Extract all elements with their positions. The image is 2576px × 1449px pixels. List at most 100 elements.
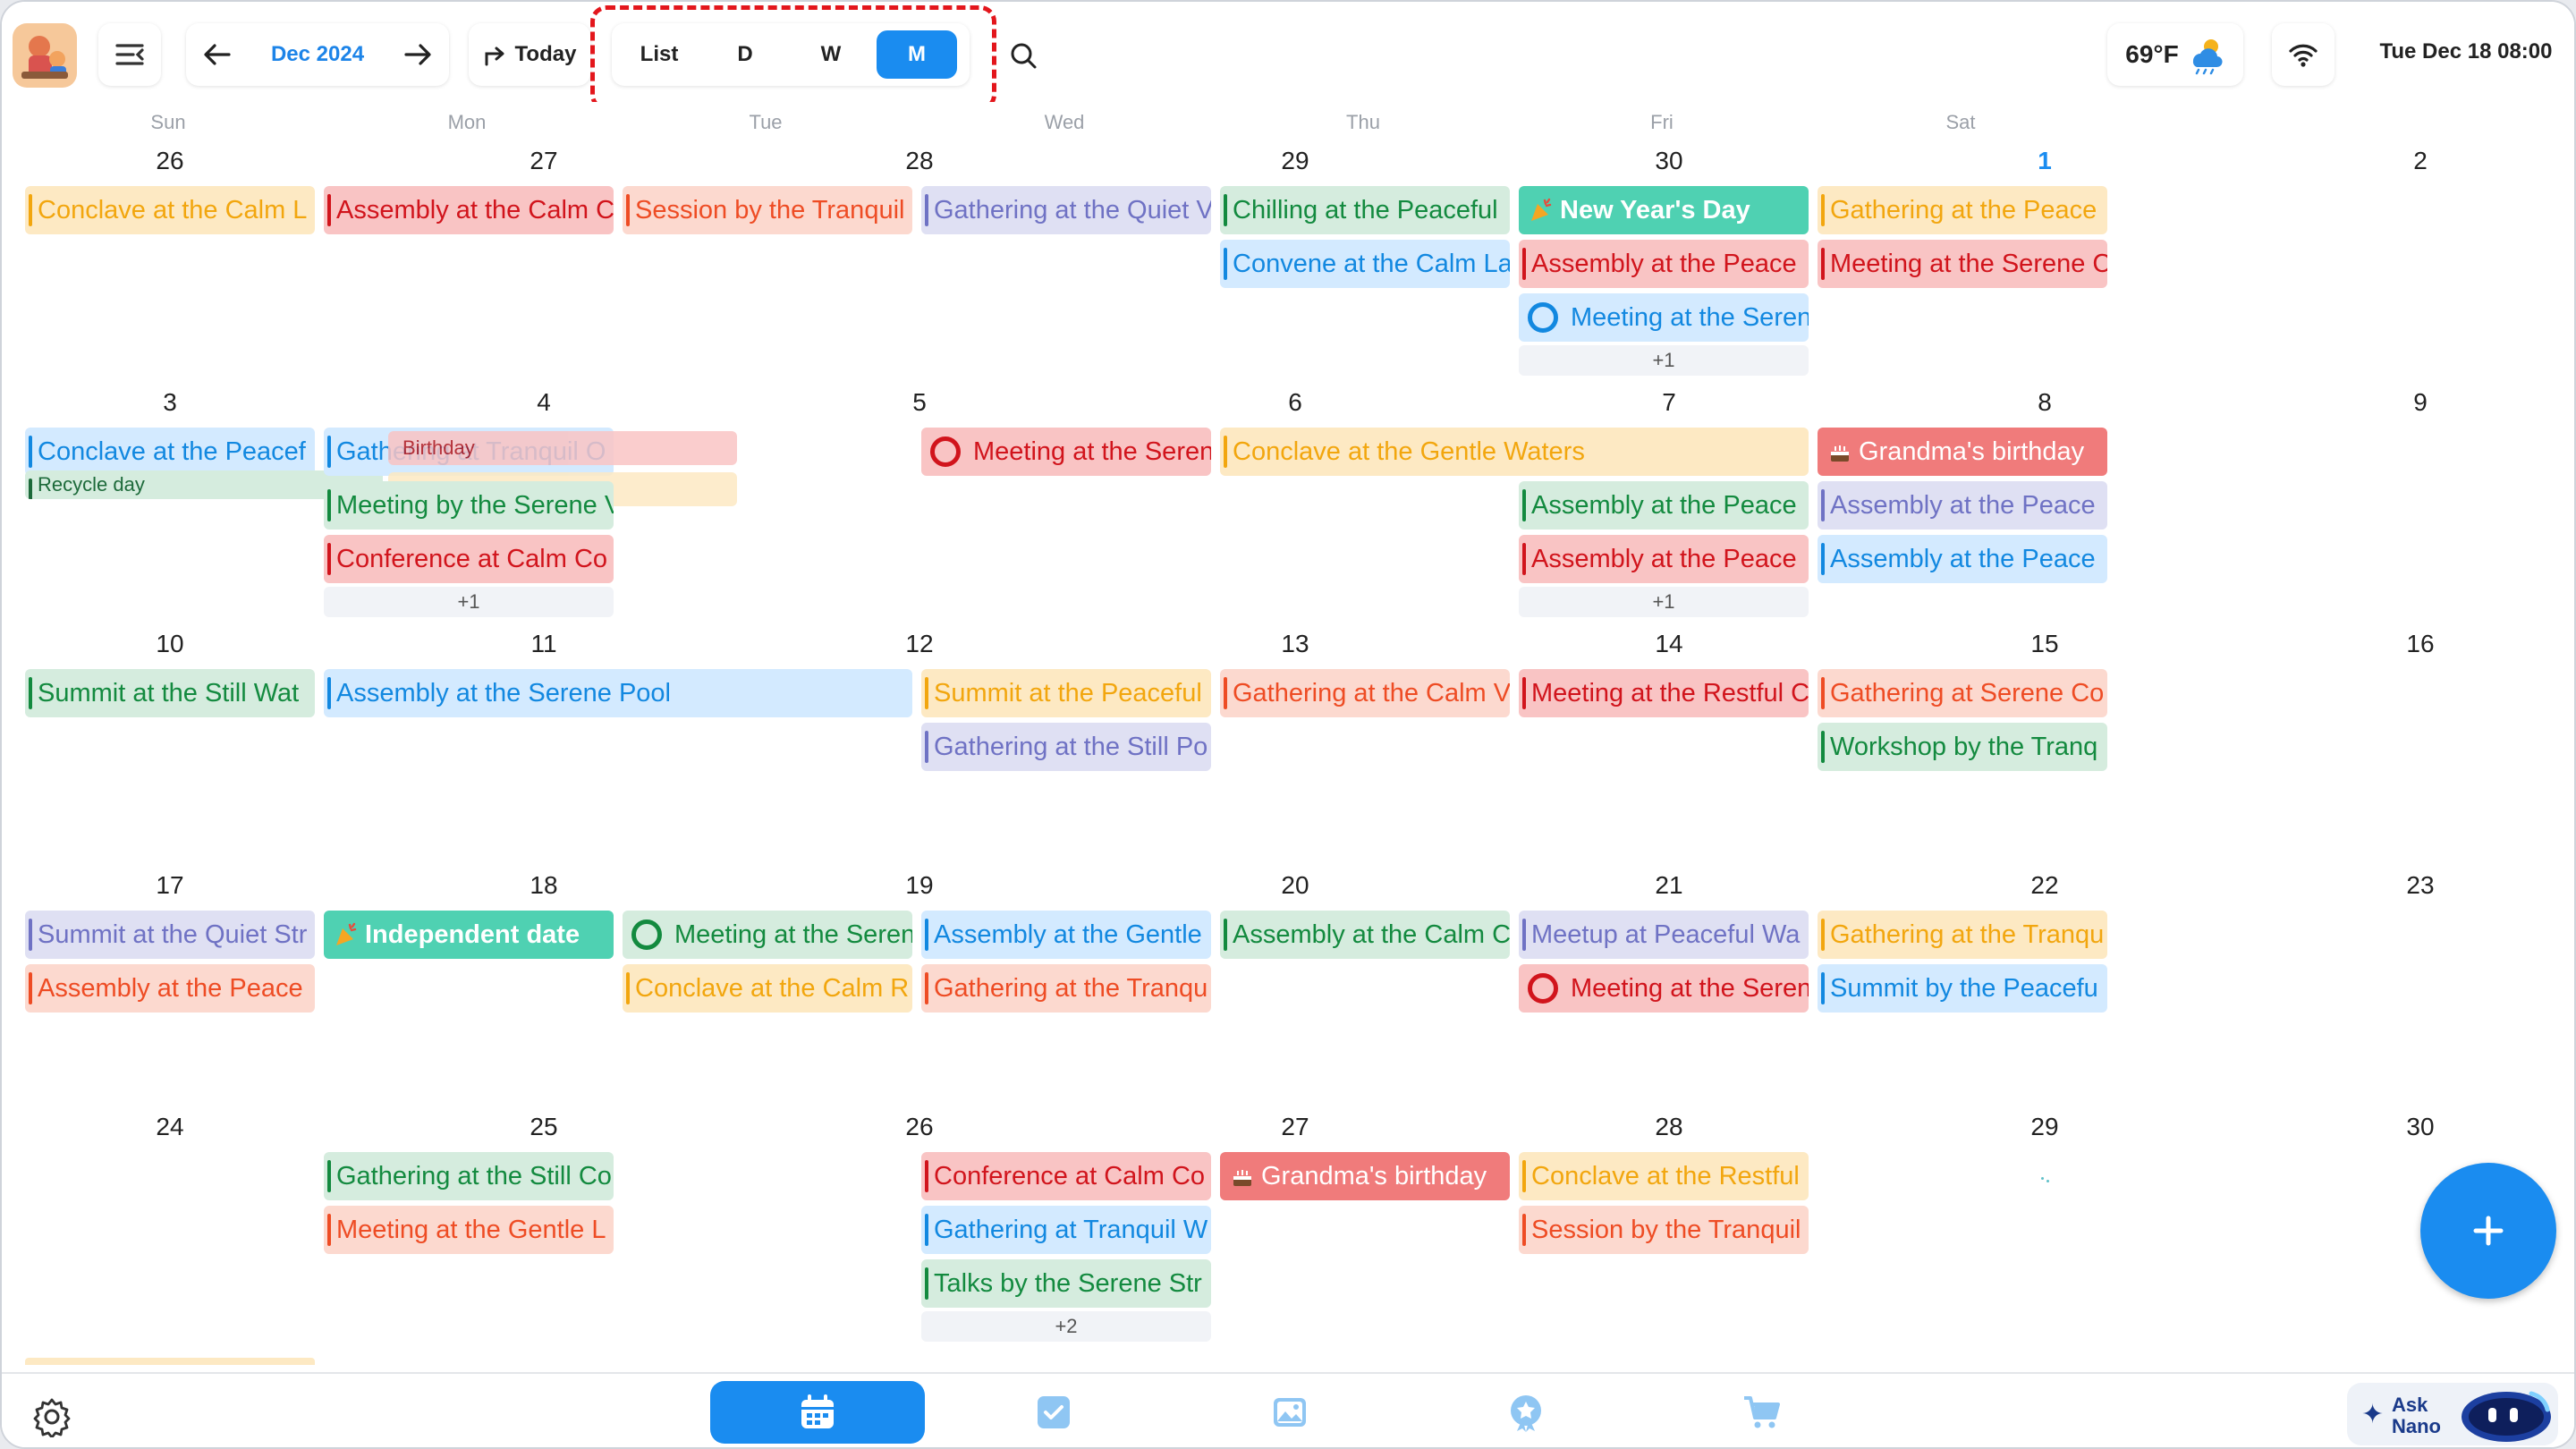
day-number[interactable]: 7 <box>1633 388 1705 417</box>
day-number[interactable]: 27 <box>508 147 580 175</box>
event-chip[interactable]: Conclave at the Calm R <box>623 964 912 1013</box>
day-number[interactable]: 24 <box>134 1113 206 1141</box>
next-month-button[interactable] <box>395 39 440 70</box>
nav-calendar-tab[interactable] <box>710 1381 925 1444</box>
event-chip[interactable]: Assembly at the Peace <box>1519 535 1809 583</box>
event-chip[interactable]: Gathering at the Tranqu <box>921 964 1211 1013</box>
event-chip[interactable]: Meeting at the Serene C <box>1818 240 2107 288</box>
day-number[interactable]: 15 <box>2009 630 2080 658</box>
event-chip[interactable]: Gathering at the Quiet V <box>921 186 1211 234</box>
prev-month-button[interactable] <box>195 39 240 70</box>
event-chip-overlay[interactable]: Birthday <box>388 431 737 465</box>
more-events-button[interactable]: +1 <box>324 587 614 617</box>
day-number[interactable]: 2 <box>2385 147 2456 175</box>
day-number[interactable]: 25 <box>508 1113 580 1141</box>
day-number[interactable]: 13 <box>1259 630 1331 658</box>
day-number[interactable]: 23 <box>2385 871 2456 900</box>
event-chip-multiday[interactable]: Assembly at the Serene Pool <box>324 669 912 717</box>
event-chip[interactable]: Conference at Calm Co <box>921 1152 1211 1200</box>
event-chip[interactable]: Gathering at the Peace <box>1818 186 2107 234</box>
app-logo[interactable] <box>13 23 77 88</box>
day-number[interactable]: 30 <box>1633 147 1705 175</box>
day-number[interactable]: 26 <box>134 147 206 175</box>
event-chip[interactable]: Gathering at the Calm V <box>1220 669 1510 717</box>
event-chip[interactable]: Session by the Tranquil <box>623 186 912 234</box>
search-button[interactable] <box>998 36 1048 75</box>
holiday-chip[interactable]: Independent date <box>324 911 614 959</box>
nav-tasks-tab[interactable] <box>946 1381 1161 1444</box>
ask-nano-button[interactable]: ✦ Ask Nano <box>2347 1383 2558 1445</box>
event-chip-task[interactable]: Meeting at the Seren <box>623 911 912 959</box>
event-chip[interactable]: Assembly at the Calm C <box>1220 911 1510 959</box>
event-chip[interactable]: Gathering at the Still Co <box>324 1152 614 1200</box>
event-chip-multiday[interactable]: Conclave at the Gentle Waters <box>1220 428 1809 476</box>
birthday-chip[interactable]: Grandma's birthday <box>1220 1152 1510 1200</box>
event-chip[interactable]: Assembly at the Peace <box>1519 481 1809 530</box>
day-number[interactable]: 30 <box>2385 1113 2456 1141</box>
event-chip[interactable]: Gathering at Serene Co <box>1818 669 2107 717</box>
event-chip-task[interactable]: Meeting at the Seren <box>1519 964 1809 1013</box>
event-chip[interactable]: Chilling at the Peaceful <box>1220 186 1510 234</box>
add-event-button[interactable] <box>2420 1163 2556 1299</box>
day-number[interactable]: 9 <box>2385 388 2456 417</box>
task-circle-icon[interactable] <box>930 436 961 467</box>
nav-shopping-tab[interactable] <box>1655 1381 1869 1444</box>
day-number[interactable]: 5 <box>884 388 955 417</box>
day-number[interactable]: 21 <box>1633 871 1705 900</box>
event-chip[interactable]: Meeting at the Restful C <box>1519 669 1809 717</box>
event-chip[interactable]: Summit at the Peaceful <box>921 669 1211 717</box>
event-chip[interactable]: Gathering at the Still Po <box>921 723 1211 771</box>
task-circle-icon[interactable] <box>1528 973 1558 1004</box>
event-chip[interactable]: Talks by the Serene Str <box>921 1259 1211 1308</box>
event-chip[interactable]: Gathering at the Tranqu <box>1818 911 2107 959</box>
event-chip-task[interactable]: Meeting at the Seren <box>1519 293 1809 342</box>
event-chip[interactable]: Workshop by the Tranq <box>1818 723 2107 771</box>
current-month-label[interactable]: Dec 2024 <box>271 42 364 67</box>
today-button[interactable]: Today <box>469 23 590 86</box>
event-chip-task[interactable]: Meeting at the Seren <box>921 428 1211 476</box>
day-number-first-of-month[interactable]: 1 <box>2009 147 2080 175</box>
event-chip[interactable]: Assembly at the Gentle <box>921 911 1211 959</box>
nav-photos-tab[interactable] <box>1182 1381 1397 1444</box>
day-number[interactable]: 4 <box>508 388 580 417</box>
event-chip[interactable]: Meeting by the Serene V <box>324 481 614 530</box>
day-number[interactable]: 11 <box>508 630 580 658</box>
day-number[interactable]: 6 <box>1259 388 1331 417</box>
event-chip[interactable]: Summit at the Still Wat <box>25 669 315 717</box>
event-chip[interactable]: Meeting at the Gentle L <box>324 1206 614 1254</box>
day-number[interactable]: 14 <box>1633 630 1705 658</box>
more-events-button[interactable]: +1 <box>1519 345 1809 376</box>
event-chip[interactable]: Conclave at the Peacef <box>25 428 315 476</box>
event-chip[interactable]: Assembly at the Peace <box>1519 240 1809 288</box>
day-number[interactable]: 12 <box>884 630 955 658</box>
day-number[interactable]: 17 <box>134 871 206 900</box>
event-chip[interactable]: Assembly at the Peace <box>25 964 315 1013</box>
day-number[interactable]: 19 <box>884 871 955 900</box>
nav-rewards-tab[interactable] <box>1419 1381 1633 1444</box>
weather-widget[interactable]: 69°F <box>2107 23 2243 86</box>
holiday-chip[interactable]: New Year's Day <box>1519 186 1809 234</box>
sidebar-toggle-button[interactable] <box>98 23 161 86</box>
task-circle-icon[interactable] <box>1528 302 1558 333</box>
day-number[interactable]: 29 <box>1259 147 1331 175</box>
event-chip[interactable]: Session by the Tranquil <box>1519 1206 1809 1254</box>
birthday-chip[interactable]: Grandma's birthday <box>1818 428 2107 476</box>
more-events-button[interactable]: +1 <box>1519 587 1809 617</box>
event-chip[interactable]: Meetup at Peaceful Wa <box>1519 911 1809 959</box>
day-number[interactable]: 28 <box>884 147 955 175</box>
event-chip[interactable]: Conclave at the Calm L <box>25 186 315 234</box>
event-chip[interactable]: Convene at the Calm La <box>1220 240 1510 288</box>
event-chip[interactable]: Summit at the Quiet Str <box>25 911 315 959</box>
event-chip[interactable]: Conference at Calm Co <box>324 535 614 583</box>
event-chip[interactable]: Assembly at the Peace <box>1818 535 2107 583</box>
day-number[interactable]: 20 <box>1259 871 1331 900</box>
event-chip[interactable]: Gathering at Tranquil W <box>921 1206 1211 1254</box>
day-number[interactable]: 27 <box>1259 1113 1331 1141</box>
task-circle-icon[interactable] <box>631 919 662 950</box>
day-number[interactable]: 16 <box>2385 630 2456 658</box>
day-number[interactable]: 10 <box>134 630 206 658</box>
day-number[interactable]: 28 <box>1633 1113 1705 1141</box>
event-chip[interactable]: Assembly at the Peace <box>1818 481 2107 530</box>
event-chip[interactable]: Summit by the Peacefu <box>1818 964 2107 1013</box>
settings-button[interactable] <box>27 1392 77 1442</box>
